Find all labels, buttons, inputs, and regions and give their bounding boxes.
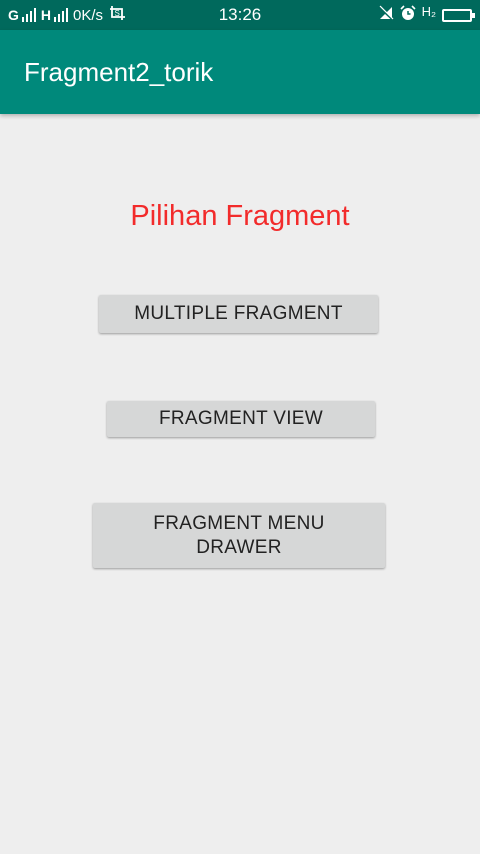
multiple-fragment-button[interactable]: MULTIPLE FRAGMENT — [99, 295, 378, 333]
alarm-icon — [399, 5, 416, 25]
screenshot-icon: S — [108, 5, 126, 25]
signal-sim1-icon: G — [8, 8, 36, 22]
svg-text:S: S — [115, 9, 120, 18]
signal-sim1-label: G — [8, 7, 19, 23]
fragment-view-button[interactable]: FRAGMENT VIEW — [107, 401, 375, 437]
status-bar: G H 0K/s S 13:26 H₂ — [0, 0, 480, 30]
status-bar-left: G H 0K/s S — [8, 5, 126, 25]
app-bar: Fragment2_torik — [0, 30, 480, 114]
net-speed: 0K/s — [73, 6, 104, 24]
app-title: Fragment2_torik — [24, 56, 214, 87]
fragment-menu-drawer-button[interactable]: FRAGMENT MENU DRAWER — [93, 503, 385, 568]
signal-sim2-icon: H — [40, 7, 69, 23]
vibrate-off-icon — [377, 5, 394, 25]
h2-network-label: H₂ — [421, 3, 436, 19]
signal-sim2-label: H — [40, 7, 52, 23]
page-heading: Pilihan Fragment — [130, 200, 350, 232]
battery-icon — [442, 8, 475, 22]
status-bar-right: H₂ — [377, 3, 475, 25]
